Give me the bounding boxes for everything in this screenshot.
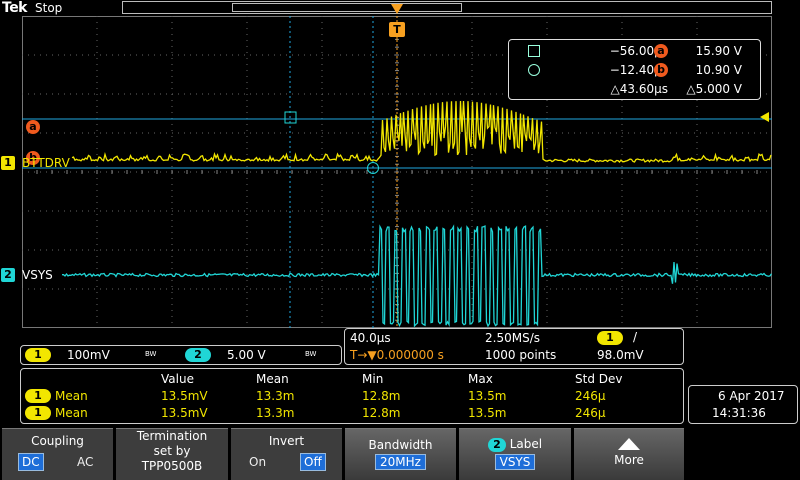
cursor-a-badge: a bbox=[654, 44, 668, 58]
invert-on-option[interactable]: On bbox=[246, 454, 269, 470]
invert-title: Invert bbox=[268, 434, 305, 448]
vertical-scale-panel[interactable]: 1 100mV BW 2 5.00 V BW bbox=[20, 345, 342, 365]
col-header-mean: Mean bbox=[256, 372, 289, 386]
coupling-dc-option[interactable]: DC bbox=[18, 453, 44, 471]
run-status: Stop bbox=[35, 1, 63, 15]
time-per-div: 40.0µs bbox=[350, 331, 391, 345]
termination-line-2: set by bbox=[153, 444, 191, 458]
cursor-a-volt: 15.90 V bbox=[695, 44, 742, 58]
meas-row-2-channel: 1 bbox=[25, 406, 51, 420]
termination-line-3: TPP0500B bbox=[141, 459, 203, 473]
meas-row-1-mean: 13.3m bbox=[256, 389, 295, 403]
time: 14:31:36 bbox=[712, 406, 766, 420]
invert-button[interactable]: Invert On Off bbox=[231, 428, 342, 480]
invert-off-option[interactable]: Off bbox=[300, 453, 326, 471]
ch2-bw-limit-icon: BW bbox=[305, 350, 317, 358]
more-title: More bbox=[614, 453, 644, 467]
termination-line-1: Termination bbox=[136, 429, 208, 443]
coupling-ac-option[interactable]: AC bbox=[74, 454, 96, 470]
cursor-delta-volt: △5.000 V bbox=[686, 82, 742, 96]
more-arrow-icon bbox=[618, 438, 640, 450]
timebase-panel[interactable]: 40.0µs 2.50MS/s 1 / T→▼0.000000 s 1000 p… bbox=[344, 328, 684, 365]
coupling-button[interactable]: Coupling DC AC bbox=[2, 428, 113, 480]
meas-row-2-std: 246µ bbox=[575, 406, 606, 420]
date: 6 Apr 2017 bbox=[718, 389, 785, 403]
col-header-min: Min bbox=[362, 372, 384, 386]
label-channel-badge: 2 bbox=[487, 438, 506, 452]
trigger-slope-icon: / bbox=[633, 330, 638, 344]
cursor-a-arrow-icon bbox=[760, 112, 769, 122]
trigger-position: T→▼0.000000 s bbox=[350, 348, 444, 362]
cursor-b-badge: b bbox=[654, 63, 668, 77]
coupling-title: Coupling bbox=[31, 434, 84, 448]
ch2-waveform bbox=[62, 224, 772, 328]
meas-row-2-min: 12.8m bbox=[362, 406, 401, 420]
col-header-max: Max bbox=[468, 372, 493, 386]
ch2-scale: 5.00 V bbox=[227, 348, 266, 362]
ch1-waveform bbox=[71, 100, 772, 163]
meas-row-1-std: 246µ bbox=[575, 389, 606, 403]
meas-row-1-max: 13.5m bbox=[468, 389, 507, 403]
brand-logo: Tek bbox=[2, 0, 28, 16]
label-button[interactable]: 2 Label VSYS bbox=[459, 428, 571, 480]
cursor-readout: −56.00µs a 15.90 V −12.40µs b 10.90 V △4… bbox=[508, 39, 761, 100]
bandwidth-title: Bandwidth bbox=[368, 438, 433, 452]
meas-row-1-min: 12.8m bbox=[362, 389, 401, 403]
ch1-scale-badge: 1 bbox=[25, 348, 51, 362]
ch1-label: BTTDRV bbox=[22, 156, 70, 170]
bandwidth-button[interactable]: Bandwidth 20MHz bbox=[345, 428, 456, 480]
meas-row-2-value: 13.5mV bbox=[161, 406, 208, 420]
termination-button[interactable]: Termination set by TPP0500B bbox=[116, 428, 228, 480]
cursor-b-circle-icon bbox=[528, 64, 540, 76]
meas-row-1-value: 13.5mV bbox=[161, 389, 208, 403]
record-length: 1000 points bbox=[485, 348, 557, 362]
record-view-window[interactable] bbox=[232, 3, 462, 12]
cursor-a-square-icon bbox=[528, 45, 540, 57]
sample-rate: 2.50MS/s bbox=[485, 331, 540, 345]
trigger-source-badge: 1 bbox=[597, 331, 623, 345]
col-header-std-dev: Std Dev bbox=[575, 372, 623, 386]
ch1-ground-marker[interactable]: 1 bbox=[1, 156, 15, 170]
datetime-panel: 6 Apr 2017 14:31:36 bbox=[688, 385, 798, 424]
cursor-b-volt: 10.90 V bbox=[695, 63, 742, 77]
ch2-ground-marker[interactable]: 2 bbox=[1, 268, 15, 282]
trigger-level: 98.0mV bbox=[597, 348, 644, 362]
ch2-label: VSYS bbox=[22, 268, 53, 282]
ch2-scale-badge: 2 bbox=[185, 348, 211, 362]
label-value: VSYS bbox=[494, 454, 536, 470]
trigger-marker-label: T bbox=[393, 23, 401, 36]
ch1-bw-limit-icon: BW bbox=[145, 350, 157, 358]
bandwidth-value: 20MHz bbox=[375, 454, 426, 470]
meas-row-1-channel: 1 bbox=[25, 389, 51, 403]
meas-row-2-name: Mean bbox=[55, 406, 88, 420]
label-title: Label bbox=[509, 437, 543, 451]
ch1-scale: 100mV bbox=[67, 348, 110, 362]
meas-row-2-max: 13.5m bbox=[468, 406, 507, 420]
meas-row-2-mean: 13.3m bbox=[256, 406, 295, 420]
measurements-panel: Value Mean Min Max Std Dev 1 Mean 13.5mV… bbox=[20, 368, 684, 424]
meas-row-1-name: Mean bbox=[55, 389, 88, 403]
cursor-delta-time: △43.60µs bbox=[610, 82, 668, 96]
col-header-value: Value bbox=[161, 372, 194, 386]
more-button[interactable]: More bbox=[574, 428, 684, 480]
cursor-a-marker[interactable]: a bbox=[26, 120, 40, 134]
